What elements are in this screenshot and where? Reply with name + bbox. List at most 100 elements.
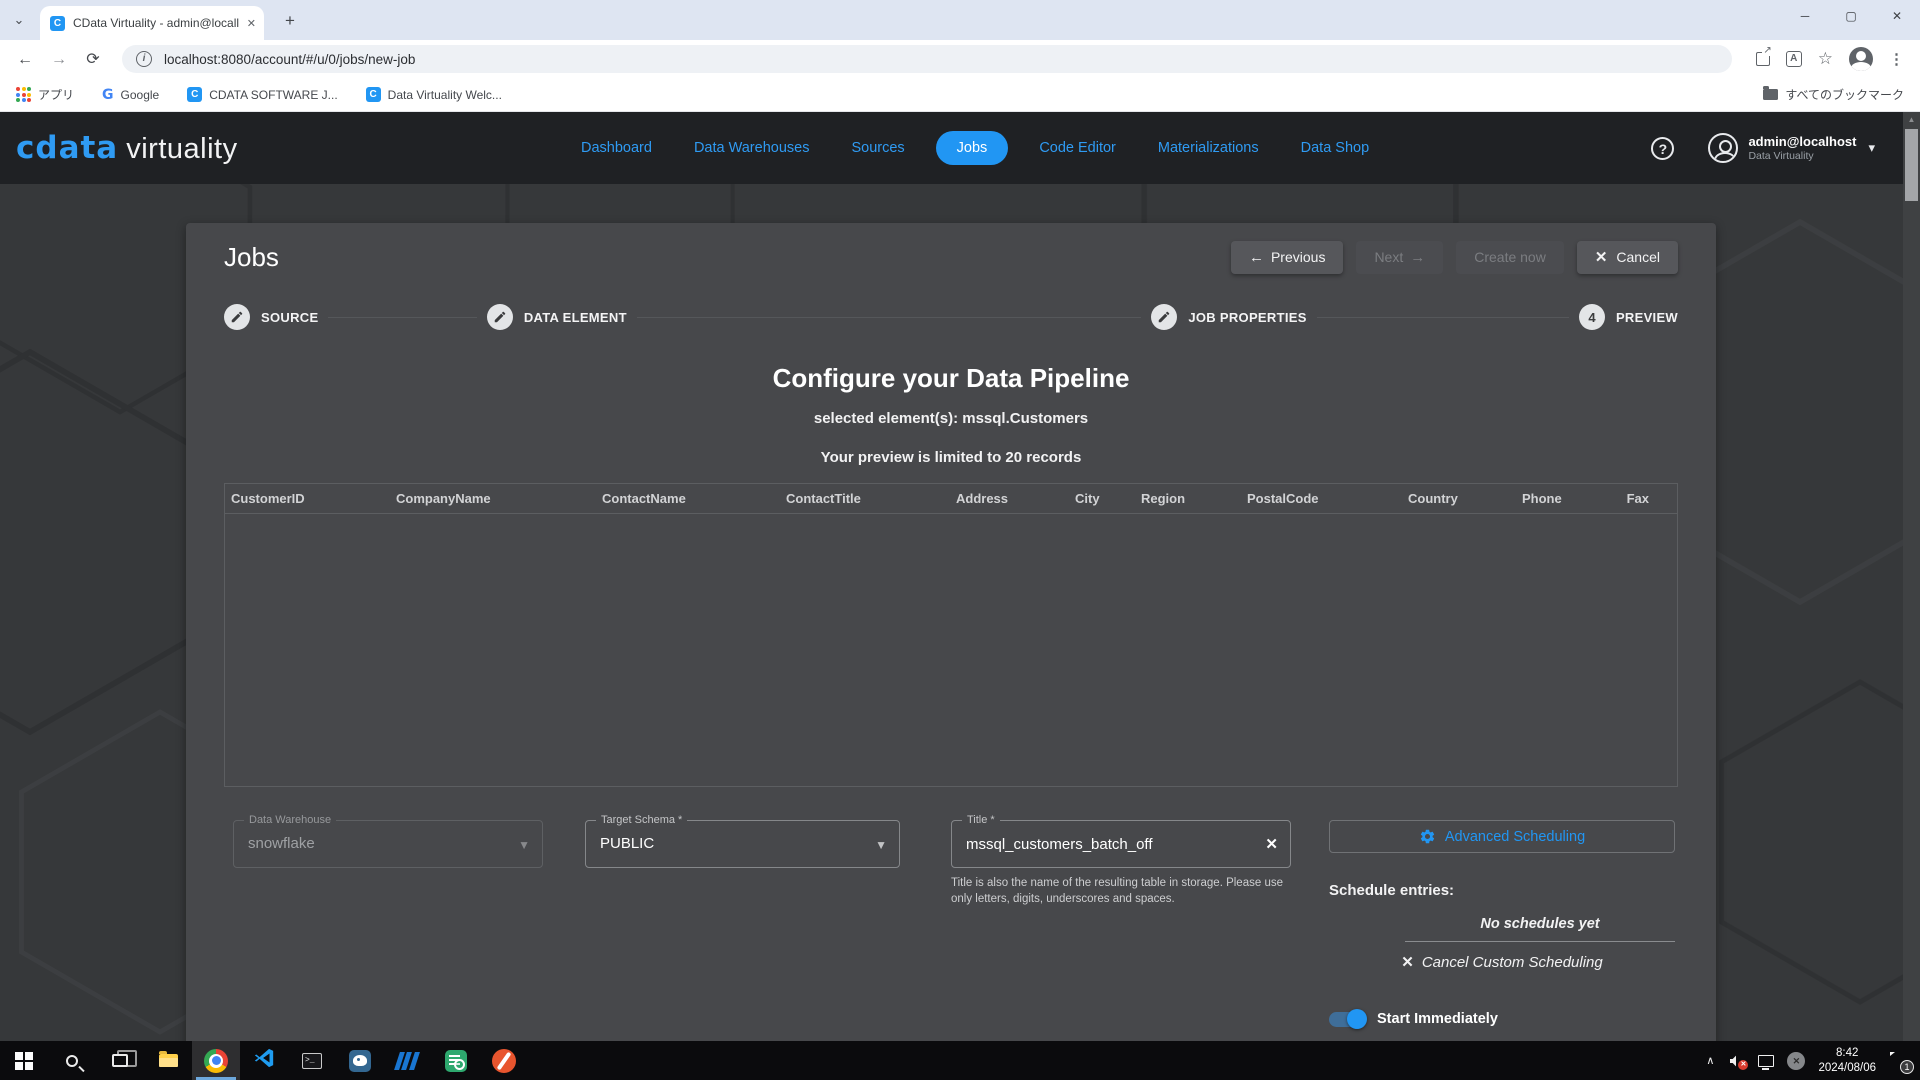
column-header: Fax [1613, 484, 1677, 513]
pgadmin-taskbar-button[interactable] [336, 1041, 384, 1080]
nav-item-data-warehouses[interactable]: Data Warehouses [694, 140, 810, 156]
bookmark-label: Google [121, 88, 160, 102]
title-input[interactable] [952, 821, 1290, 867]
nav-item-code-editor[interactable]: Code Editor [1039, 140, 1116, 156]
column-header: CompanyName [390, 484, 596, 513]
volume-muted-icon[interactable]: ✕ [1727, 1053, 1745, 1069]
bookmark-google[interactable]: G Google [102, 87, 159, 103]
start-button[interactable] [0, 1041, 48, 1080]
advanced-scheduling-button[interactable]: Advanced Scheduling [1329, 820, 1675, 853]
close-icon: ✕ [1401, 953, 1414, 971]
target-schema-select[interactable]: Target Schema * PUBLIC ▼ [585, 820, 900, 868]
task-view-icon [112, 1054, 128, 1067]
back-icon[interactable]: ← [12, 47, 38, 73]
url-text: localhost:8080/account/#/u/0/jobs/new-jo… [164, 52, 415, 67]
chevron-up-icon[interactable]: ∧ [1706, 1054, 1714, 1067]
column-header: City [1069, 484, 1135, 513]
new-tab-button[interactable]: + [278, 10, 302, 34]
layers-app-taskbar-button[interactable] [384, 1041, 432, 1080]
reload-icon[interactable]: ⟳ [80, 47, 106, 73]
site-info-icon[interactable]: i [136, 51, 152, 67]
step-number-circle: 4 [1579, 304, 1605, 330]
forward-icon[interactable]: → [46, 47, 72, 73]
bookmark-apps[interactable]: アプリ [16, 86, 74, 103]
cdata-virtuality-logo[interactable]: cdata virtuality [16, 130, 238, 166]
field-label: Data Warehouse [244, 814, 336, 826]
preview-table-header: CustomerID CompanyName ContactName Conta… [225, 484, 1677, 514]
window-minimize-button[interactable]: ─ [1782, 0, 1828, 34]
bookmark-data-virtuality[interactable]: C Data Virtuality Welc... [366, 87, 502, 102]
step-label: DATA ELEMENT [524, 310, 627, 325]
close-icon: ✕ [1595, 248, 1608, 266]
nav-item-jobs[interactable]: Jobs [936, 131, 1009, 165]
selected-elements-text: selected element(s): mssql.Customers [224, 410, 1678, 427]
create-now-button[interactable]: Create now [1456, 241, 1564, 274]
help-icon[interactable]: ? [1651, 137, 1674, 160]
windows-logo-icon [15, 1052, 33, 1070]
vscode-taskbar-button[interactable] [240, 1041, 288, 1080]
bookmark-star-icon[interactable]: ☆ [1818, 51, 1833, 67]
file-explorer-button[interactable] [144, 1041, 192, 1080]
data-warehouse-select[interactable]: Data Warehouse snowflake ▼ [233, 820, 543, 868]
all-bookmarks-button[interactable]: すべてのブックマーク [1763, 86, 1904, 103]
cancel-button[interactable]: ✕ Cancel [1577, 241, 1678, 274]
step-data-element[interactable]: DATA ELEMENT [487, 304, 627, 330]
start-immediately-row: Start Immediately [1329, 1011, 1675, 1027]
previous-button[interactable]: ← Previous [1231, 241, 1343, 274]
column-header: PostalCode [1241, 484, 1402, 513]
log-viewer-taskbar-button[interactable] [432, 1041, 480, 1080]
title-field[interactable]: Title * ✕ [951, 820, 1291, 868]
account-menu[interactable]: admin@localhost Data Virtuality ▾ [1708, 133, 1875, 163]
notifications-button[interactable]: 1 [1888, 1052, 1910, 1070]
notification-badge: 1 [1900, 1060, 1914, 1074]
scroll-up-icon[interactable]: ▲ [1903, 112, 1920, 128]
cancel-custom-scheduling-button[interactable]: ✕ Cancel Custom Scheduling [1329, 953, 1675, 971]
page-title: Jobs [224, 242, 279, 273]
taskbar-search-button[interactable] [48, 1041, 96, 1080]
logo-primary: cdata [16, 130, 118, 166]
account-avatar-icon [1708, 133, 1738, 163]
nav-item-sources[interactable]: Sources [851, 140, 904, 156]
step-label: PREVIEW [1616, 310, 1678, 325]
chrome-icon [204, 1049, 228, 1073]
start-immediately-toggle[interactable] [1329, 1012, 1365, 1027]
orange-app-taskbar-button[interactable] [480, 1041, 528, 1080]
bookmark-cdata-software[interactable]: C CDATA SOFTWARE J... [187, 87, 337, 102]
job-properties-form: Data Warehouse snowflake ▼ Target Schema… [224, 820, 1678, 1027]
app-nav-items: Dashboard Data Warehouses Sources Jobs C… [560, 112, 1390, 184]
step-source[interactable]: SOURCE [224, 304, 318, 330]
scrollbar-thumb[interactable] [1905, 129, 1918, 201]
window-maximize-button[interactable]: ▢ [1828, 0, 1874, 34]
nav-item-data-shop[interactable]: Data Shop [1301, 140, 1370, 156]
nav-item-dashboard[interactable]: Dashboard [581, 140, 652, 156]
page-scrollbar[interactable]: ▲ [1903, 112, 1920, 1041]
edit-pencil-icon [487, 304, 513, 330]
dropdown-caret-icon: ▼ [518, 838, 530, 852]
url-bar-row: ← → ⟳ i localhost:8080/account/#/u/0/job… [0, 40, 1920, 78]
app-nav-bar: cdata virtuality Dashboard Data Warehous… [0, 112, 1903, 184]
browser-menu-icon[interactable]: ⋮ [1889, 52, 1904, 67]
tab-search-icon[interactable]: ⌄ [8, 10, 30, 32]
task-view-button[interactable] [96, 1041, 144, 1080]
card-header: Jobs ← Previous Next → Create now ✕ Canc… [224, 237, 1678, 277]
step-job-properties[interactable]: JOB PROPERTIES [1151, 304, 1306, 330]
tray-app-icon[interactable]: ✕ [1787, 1052, 1805, 1070]
system-tray: ∧ ✕ ✕ 8:42 2024/08/06 1 [1706, 1041, 1920, 1080]
browser-tab[interactable]: C CData Virtuality - admin@locall ✕ [40, 6, 264, 40]
address-bar[interactable]: i localhost:8080/account/#/u/0/jobs/new-… [122, 45, 1732, 73]
taskbar-clock[interactable]: 8:42 2024/08/06 [1818, 1046, 1876, 1076]
profile-avatar-icon[interactable] [1849, 47, 1873, 71]
translate-icon[interactable]: A [1786, 51, 1802, 67]
network-icon[interactable] [1758, 1055, 1774, 1067]
next-button[interactable]: Next → [1356, 241, 1443, 274]
chrome-taskbar-button[interactable] [192, 1041, 240, 1080]
nav-item-materializations[interactable]: Materializations [1158, 140, 1259, 156]
clear-icon[interactable]: ✕ [1265, 835, 1278, 853]
tab-close-icon[interactable]: ✕ [247, 17, 256, 30]
left-arrow-icon: ← [1249, 249, 1264, 266]
open-in-new-icon[interactable] [1756, 52, 1770, 66]
terminal-taskbar-button[interactable]: >_ [288, 1041, 336, 1080]
terminal-icon: >_ [302, 1053, 322, 1069]
window-close-button[interactable]: ✕ [1874, 0, 1920, 34]
step-preview[interactable]: 4 PREVIEW [1579, 304, 1678, 330]
